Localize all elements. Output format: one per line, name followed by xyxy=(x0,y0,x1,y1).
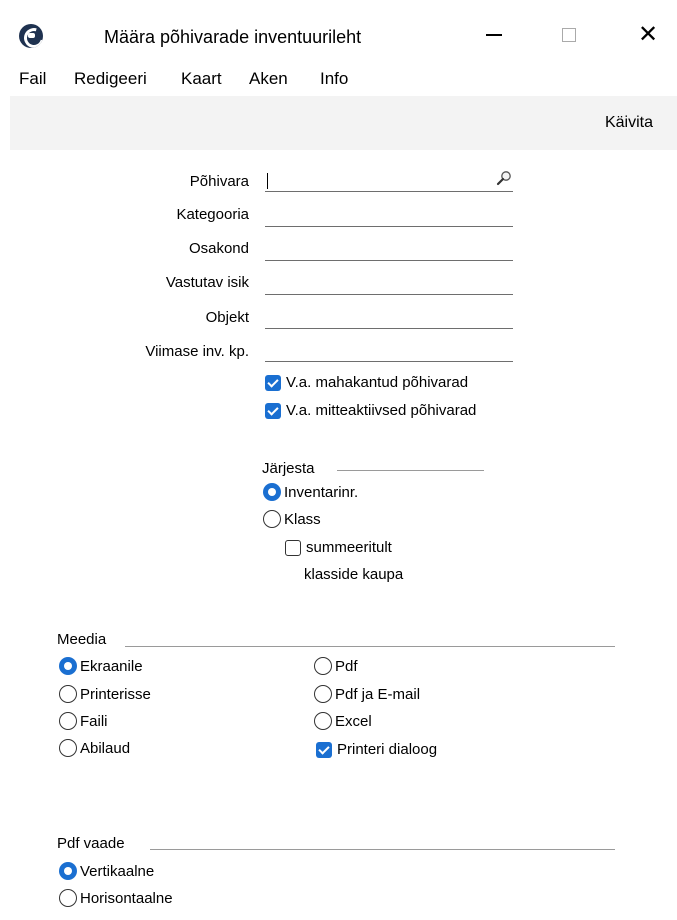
media-printerisse-label: Printerisse xyxy=(80,685,151,703)
media-radio-printerisse[interactable]: Printerisse xyxy=(59,685,151,703)
pdf-view-horisontaalne-label: Horisontaalne xyxy=(80,889,173,907)
text-cursor xyxy=(267,173,268,189)
field-label-vastutav-isik: Vastutav isik xyxy=(165,274,249,291)
media-radio-pdf-ja-email[interactable]: Pdf ja E-mail xyxy=(314,685,420,703)
vastutav-isik-input[interactable] xyxy=(265,273,485,294)
radio-unselected-icon[interactable] xyxy=(314,712,332,730)
radio-unselected-icon[interactable] xyxy=(314,657,332,675)
radio-unselected-icon[interactable] xyxy=(263,510,281,528)
viimase-inv-kp-field[interactable] xyxy=(265,340,513,362)
sort-group-title: Järjesta xyxy=(262,460,315,477)
checkbox-checked-icon[interactable] xyxy=(265,374,281,391)
maximize-button[interactable] xyxy=(549,20,589,50)
title-bar: Määra põhivarade inventuurileht ✕ xyxy=(0,0,677,62)
close-icon: ✕ xyxy=(637,21,659,48)
pdf-view-radio-horisontaalne[interactable]: Horisontaalne xyxy=(59,889,173,907)
kategooria-field[interactable] xyxy=(265,205,513,227)
media-faili-label: Faili xyxy=(80,712,108,730)
sort-radio-klass[interactable]: Klass xyxy=(263,510,321,528)
media-excel-label: Excel xyxy=(335,712,372,730)
field-label-osakond: Osakond xyxy=(188,240,249,257)
exclude-inactive-checkbox[interactable]: V.a. mitteaktiivsed põhivarad xyxy=(265,402,476,419)
exclude-inactive-label: V.a. mitteaktiivsed põhivarad xyxy=(286,402,477,419)
pdf-view-vertikaalne-label: Vertikaalne xyxy=(80,862,155,880)
sort-klass-label: Klass xyxy=(284,510,321,528)
radio-unselected-icon[interactable] xyxy=(59,712,77,730)
radio-selected-icon[interactable] xyxy=(59,862,77,880)
viimase-inv-kp-input[interactable] xyxy=(265,340,485,361)
checkbox-checked-icon[interactable] xyxy=(316,741,332,758)
run-button[interactable]: Käivita xyxy=(605,114,653,132)
sort-radio-inventarinr[interactable]: Inventarinr. xyxy=(263,483,358,501)
pdf-view-group-title: Pdf vaade xyxy=(57,835,125,852)
radio-unselected-icon[interactable] xyxy=(59,889,77,907)
media-group-divider xyxy=(125,646,615,647)
menu-item-kaart[interactable]: Kaart xyxy=(181,69,222,89)
objekt-field[interactable] xyxy=(265,307,513,329)
pdf-view-radio-vertikaalne[interactable]: Vertikaalne xyxy=(59,862,154,880)
summary-by-class-label-line1: summeeritult xyxy=(306,539,392,556)
media-radio-faili[interactable]: Faili xyxy=(59,712,108,730)
field-label-viimase-inv-kp: Viimase inv. kp. xyxy=(145,343,249,360)
menu-item-fail[interactable]: Fail xyxy=(19,69,46,89)
pdf-view-group-divider xyxy=(150,849,615,850)
printer-dialog-checkbox[interactable]: Printeri dialoog xyxy=(316,741,437,758)
media-pdf-ja-email-label: Pdf ja E-mail xyxy=(335,685,421,703)
search-icon[interactable] xyxy=(496,170,512,186)
sort-inventarinr-label: Inventarinr. xyxy=(284,483,359,501)
menu-item-redigeeri[interactable]: Redigeeri xyxy=(74,69,147,89)
radio-selected-icon[interactable] xyxy=(59,657,77,675)
osakond-input[interactable] xyxy=(265,239,485,260)
media-ekraanile-label: Ekraanile xyxy=(80,657,143,675)
radio-unselected-icon[interactable] xyxy=(314,685,332,703)
osakond-field[interactable] xyxy=(265,239,513,261)
summary-by-class-label-line2: klasside kaupa xyxy=(304,566,404,583)
maximize-icon xyxy=(562,28,576,42)
toolbar: Käivita xyxy=(10,96,677,150)
objekt-input[interactable] xyxy=(265,307,485,328)
menu-item-aken[interactable]: Aken xyxy=(249,69,288,89)
kategooria-input[interactable] xyxy=(265,205,485,226)
summary-by-class-checkbox[interactable]: summeeritult xyxy=(285,539,392,556)
checkbox-unchecked-icon[interactable] xyxy=(285,539,301,556)
minimize-icon xyxy=(486,34,502,36)
media-radio-pdf[interactable]: Pdf xyxy=(314,657,358,675)
sort-group-divider xyxy=(337,470,484,471)
media-radio-excel[interactable]: Excel xyxy=(314,712,372,730)
field-label-pohivara: Põhivara xyxy=(189,173,249,190)
field-label-kategooria: Kategooria xyxy=(176,206,249,223)
radio-selected-icon[interactable] xyxy=(263,483,281,501)
minimize-button[interactable] xyxy=(474,20,514,50)
printer-dialog-label: Printeri dialoog xyxy=(337,741,438,758)
media-radio-ekraanile[interactable]: Ekraanile xyxy=(59,657,143,675)
field-label-objekt: Objekt xyxy=(205,309,249,326)
pohivara-input[interactable] xyxy=(265,170,485,191)
menu-item-info[interactable]: Info xyxy=(320,69,348,89)
checkbox-checked-icon[interactable] xyxy=(265,402,281,419)
app-logo-icon[interactable] xyxy=(19,24,43,48)
vastutav-isik-field[interactable] xyxy=(265,273,513,295)
exclude-written-off-label: V.a. mahakantud põhivarad xyxy=(286,374,469,391)
close-button[interactable]: ✕ xyxy=(628,20,668,50)
media-group-title: Meedia xyxy=(57,631,107,648)
exclude-written-off-checkbox[interactable]: V.a. mahakantud põhivarad xyxy=(265,374,468,391)
pohivara-field[interactable] xyxy=(265,170,513,192)
radio-unselected-icon[interactable] xyxy=(59,685,77,703)
window-title: Määra põhivarade inventuurileht xyxy=(104,27,362,47)
media-radio-abilaud[interactable]: Abilaud xyxy=(59,739,130,757)
media-abilaud-label: Abilaud xyxy=(80,739,131,757)
media-pdf-label: Pdf xyxy=(335,657,358,675)
radio-unselected-icon[interactable] xyxy=(59,739,77,757)
